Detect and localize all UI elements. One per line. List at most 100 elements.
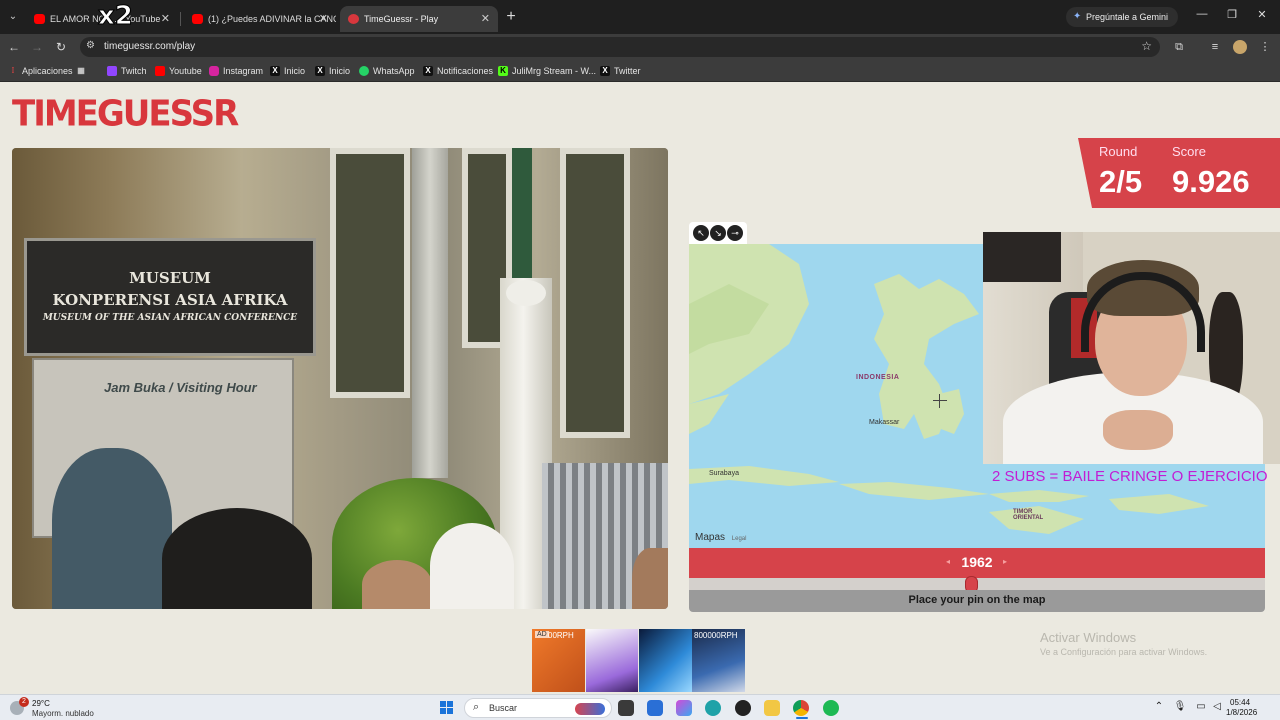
bookmark-notificaciones[interactable]: X Notificaciones: [423, 60, 493, 82]
browser-tab-strip: ⌄ EL AMOR NO … - YouTube ✕ x2 (1) ¿Puede…: [0, 0, 1280, 34]
bookmark-label: JuliMrg Stream - W...: [512, 66, 597, 76]
spotify-icon[interactable]: [823, 700, 839, 716]
map-size-controls: ↖ ↘ ⊸: [689, 222, 747, 244]
weather-temp[interactable]: 29°C: [32, 699, 50, 708]
chrome-icon[interactable]: [793, 700, 809, 716]
map-city-surabaya: Surabaya: [709, 470, 739, 477]
x-icon: X: [423, 66, 433, 76]
map-attribution[interactable]: Mapas Legal: [695, 532, 746, 543]
guess-photo[interactable]: MUSEUM KONPERENSI ASIA AFRIKA MUSEUM OF …: [12, 148, 668, 609]
windows-logo-icon: [447, 701, 453, 707]
close-window-icon[interactable]: ✕: [1254, 8, 1270, 21]
round-label: Round: [1099, 144, 1138, 159]
bookmark-grid[interactable]: ▦: [76, 60, 90, 82]
close-tab-icon[interactable]: ✕: [481, 6, 490, 32]
close-tab-icon[interactable]: ✕: [161, 6, 170, 32]
youtube-icon: [155, 66, 165, 76]
score-label: Score: [1172, 144, 1206, 159]
museum-sign: MUSEUM KONPERENSI ASIA AFRIKA MUSEUM OF …: [24, 238, 316, 356]
pin-map-icon[interactable]: ⊸: [727, 225, 743, 241]
bookmark-x-inicio-2[interactable]: X Inicio: [315, 60, 350, 82]
tray-chevron-icon[interactable]: ⌃: [1152, 701, 1166, 712]
photo-head: [362, 560, 432, 609]
ad-text: 800000RPH: [694, 631, 738, 640]
extensions-icon[interactable]: ⧉: [1170, 38, 1188, 56]
twitch-icon: [107, 66, 117, 76]
clock-time[interactable]: 05:44: [1230, 698, 1250, 707]
ad-text: 00RPH: [548, 631, 574, 640]
restore-icon[interactable]: ❐: [1224, 8, 1240, 21]
bookmark-label: Inicio: [284, 66, 306, 76]
map-cursor-icon: [933, 394, 947, 408]
reload-icon[interactable]: ↻: [52, 38, 70, 56]
ad-tile-2[interactable]: [586, 629, 638, 692]
bookmark-instagram[interactable]: Instagram: [209, 60, 263, 82]
task-view-icon[interactable]: [618, 700, 634, 716]
bookmark-label: Notificaciones: [437, 66, 494, 76]
shrink-map-icon[interactable]: ↘: [710, 225, 726, 241]
map-attribution-text: Mapas: [695, 532, 726, 543]
expand-map-icon[interactable]: ↖: [693, 225, 709, 241]
gemini-button[interactable]: ✦ Pregúntale a Gemini: [1066, 7, 1179, 27]
new-tab-button[interactable]: +: [503, 8, 519, 26]
bookmark-kick[interactable]: K JuliMrg Stream - W...: [498, 60, 596, 82]
network-icon[interactable]: ▭: [1194, 701, 1208, 712]
microphone-icon[interactable]: 🎙: [1173, 701, 1187, 712]
forward-icon[interactable]: →: [28, 38, 46, 56]
sign-line-3: MUSEUM OF THE ASIAN AFRICAN CONFERENCE: [42, 313, 298, 323]
minimize-icon[interactable]: —: [1194, 8, 1210, 20]
year-increase-icon[interactable]: ▸: [1003, 557, 1007, 566]
close-tab-icon[interactable]: ✕: [319, 6, 328, 32]
tab-search-icon[interactable]: ⌄: [4, 8, 22, 26]
app-icon[interactable]: [735, 700, 751, 716]
photo-pillar: [412, 148, 448, 478]
tab-separator: [180, 12, 181, 26]
start-button[interactable]: [440, 701, 454, 715]
guess-button[interactable]: Place your pin on the map: [689, 590, 1265, 612]
back-icon[interactable]: ←: [5, 38, 23, 56]
activate-windows-title: Activar Windows: [1040, 630, 1137, 645]
apps-grid-icon: ⁞: [11, 66, 15, 75]
site-info-icon[interactable]: ⚙: [86, 40, 95, 51]
edge-icon[interactable]: [705, 700, 721, 716]
timeguessr-logo[interactable]: TIMEGUESSR: [12, 93, 239, 135]
taskbar-search[interactable]: ⌕ Buscar: [464, 698, 612, 718]
ad-tile-4[interactable]: 800000RPH: [692, 629, 745, 692]
bookmark-label: Inicio: [329, 66, 351, 76]
ad-tile-3[interactable]: [639, 629, 692, 692]
kick-icon: K: [498, 66, 508, 76]
stream-caption: 2 SUBS = BAILE CRINGE O EJERCICIO: [992, 468, 1268, 485]
map-region-line2: ORIENTAL: [1013, 515, 1044, 521]
weather-desc[interactable]: Mayorm. nublado: [32, 709, 94, 718]
tab-timeguessr[interactable]: TimeGuessr - Play ✕: [340, 6, 498, 32]
bookmark-apps[interactable]: ⁞ Aplicaciones: [8, 60, 73, 82]
menu-icon[interactable]: ⋮: [1256, 38, 1274, 56]
reading-list-icon[interactable]: ≡: [1206, 38, 1224, 56]
volume-icon[interactable]: ◁: [1210, 701, 1224, 712]
bookmarks-bar: ⁞ Aplicaciones ▦ Twitch Youtube Instagra…: [0, 60, 1280, 82]
bookmark-youtube[interactable]: Youtube: [155, 60, 202, 82]
bookmark-whatsapp[interactable]: WhatsApp: [359, 60, 415, 82]
map-legal-link[interactable]: Legal: [732, 536, 747, 542]
bookmark-twitter[interactable]: X Twitter: [600, 60, 641, 82]
ad-label: AD: [535, 631, 549, 638]
bookmark-label: Twitch: [121, 66, 147, 76]
round-value: 2/5: [1099, 164, 1143, 199]
tab-youtube-2[interactable]: (1) ¿Puedes ADIVINAR la CANCIÓN ✕: [184, 6, 336, 32]
score-value: 9.926: [1172, 164, 1250, 199]
clock-date[interactable]: 1/8/2026: [1226, 708, 1257, 717]
bookmark-x-inicio-1[interactable]: X Inicio: [270, 60, 305, 82]
x-icon: X: [600, 66, 610, 76]
bookmark-twitch[interactable]: Twitch: [107, 60, 147, 82]
file-explorer-icon[interactable]: [764, 700, 780, 716]
map-region-label: TIMOR ORIENTAL: [1013, 509, 1043, 521]
profile-avatar[interactable]: [1233, 40, 1247, 54]
copilot-icon[interactable]: [676, 700, 692, 716]
windows-logo-icon: [440, 708, 446, 714]
ad-tile-1[interactable]: AD 00RPH: [532, 629, 585, 692]
bookmark-star-icon[interactable]: ☆: [1141, 39, 1152, 53]
address-bar[interactable]: ⚙ timeguessr.com/play ☆: [80, 37, 1160, 57]
webcam-overlay: [983, 232, 1280, 464]
photo-head: [632, 548, 668, 609]
outlook-icon[interactable]: [647, 700, 663, 716]
